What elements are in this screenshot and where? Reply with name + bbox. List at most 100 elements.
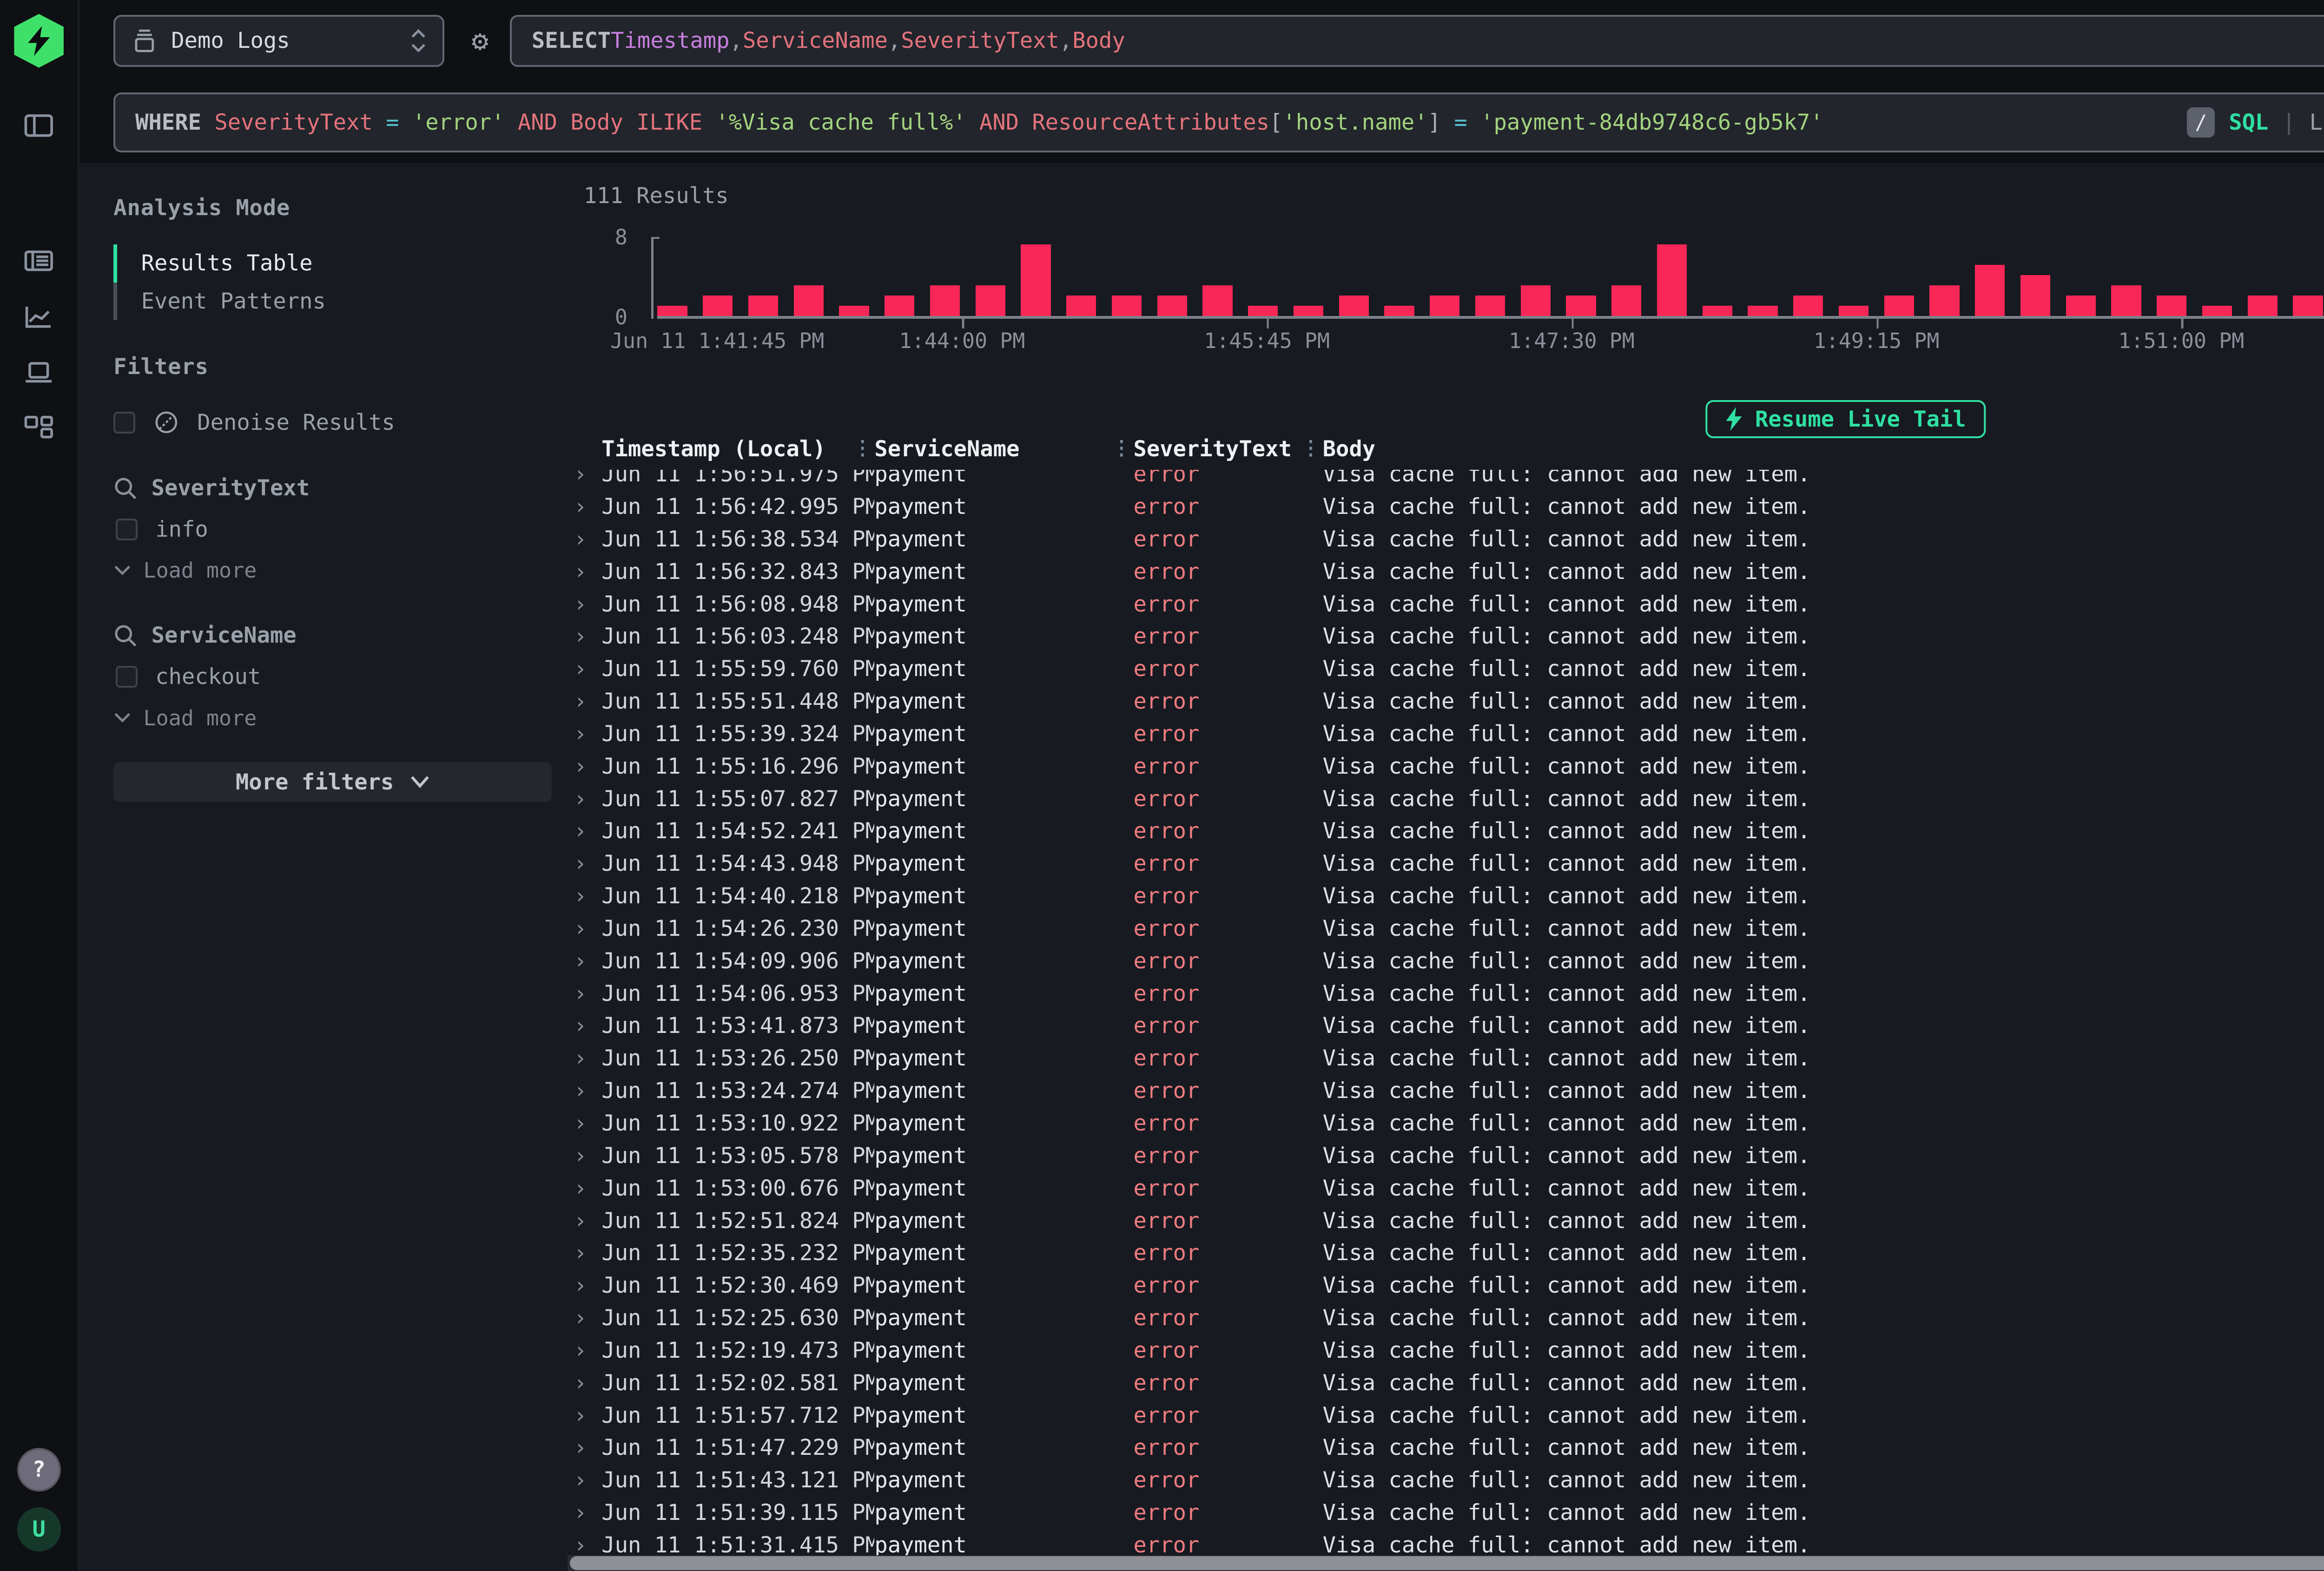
log-row[interactable]: ›Jun 11 1:52:51.824 PMpaymenterrorVisa c… — [568, 1204, 2324, 1237]
where-query-input[interactable]: WHERE SeverityText = 'error' AND Body IL… — [113, 92, 2324, 152]
row-expand-icon[interactable]: › — [568, 981, 601, 1006]
body-column-header[interactable]: ⋮ Body — [1323, 436, 2324, 470]
log-row[interactable]: ›Jun 11 1:53:24.274 PMpaymenterrorVisa c… — [568, 1075, 2324, 1107]
log-row[interactable]: ›Jun 11 1:56:08.948 PMpaymenterrorVisa c… — [568, 588, 2324, 620]
row-expand-icon[interactable]: › — [568, 1532, 601, 1558]
row-expand-icon[interactable]: › — [568, 689, 601, 714]
row-expand-icon[interactable]: › — [568, 559, 601, 585]
info-checkbox[interactable] — [116, 519, 138, 540]
log-row[interactable]: ›Jun 11 1:54:09.906 PMpaymenterrorVisa c… — [568, 945, 2324, 977]
row-expand-icon[interactable]: › — [568, 1045, 601, 1071]
facet-option-info[interactable]: info — [116, 517, 568, 542]
source-selector[interactable]: Demo Logs — [113, 15, 444, 66]
row-expand-icon[interactable]: › — [568, 656, 601, 682]
mode-item-event-patterns[interactable]: Event Patterns — [113, 283, 568, 320]
row-expand-icon[interactable]: › — [568, 851, 601, 876]
log-row[interactable]: ›Jun 11 1:54:52.241 PMpaymenterrorVisa c… — [568, 815, 2324, 848]
row-expand-icon[interactable]: › — [568, 1435, 601, 1460]
avatar[interactable]: U — [17, 1507, 61, 1551]
select-query-input[interactable]: SELECT Timestamp, ServiceName, SeverityT… — [510, 15, 2324, 66]
column-resize-handle[interactable]: ⋮ — [1111, 436, 1131, 460]
log-row[interactable]: ›Jun 11 1:55:51.448 PMpaymenterrorVisa c… — [568, 685, 2324, 718]
log-row[interactable]: ›Jun 11 1:51:47.229 PMpaymenterrorVisa c… — [568, 1432, 2324, 1464]
row-expand-icon[interactable]: › — [568, 526, 601, 552]
row-expand-icon[interactable]: › — [568, 754, 601, 779]
log-row[interactable]: ›Jun 11 1:52:19.473 PMpaymenterrorVisa c… — [568, 1334, 2324, 1367]
facet-option-checkout[interactable]: checkout — [116, 664, 568, 690]
log-row[interactable]: ›Jun 11 1:51:39.115 PMpaymenterrorVisa c… — [568, 1497, 2324, 1529]
timestamp-column-header[interactable]: Timestamp (Local) — [601, 436, 874, 470]
search-icon[interactable] — [113, 476, 137, 500]
log-row[interactable]: ›Jun 11 1:51:43.121 PMpaymenterrorVisa c… — [568, 1464, 2324, 1497]
log-row[interactable]: ›Jun 11 1:53:05.578 PMpaymenterrorVisa c… — [568, 1139, 2324, 1172]
app-logo[interactable] — [12, 14, 66, 68]
log-row[interactable]: ›Jun 11 1:52:35.232 PMpaymenterrorVisa c… — [568, 1237, 2324, 1269]
log-row[interactable]: ›Jun 11 1:56:03.248 PMpaymenterrorVisa c… — [568, 620, 2324, 653]
log-row[interactable]: ›Jun 11 1:54:26.230 PMpaymenterrorVisa c… — [568, 913, 2324, 945]
panel-toggle-icon[interactable] — [13, 99, 65, 151]
row-expand-icon[interactable]: › — [568, 592, 601, 617]
log-row[interactable]: ›Jun 11 1:54:40.218 PMpaymenterrorVisa c… — [568, 880, 2324, 913]
log-row[interactable]: ›Jun 11 1:55:16.296 PMpaymenterrorVisa c… — [568, 750, 2324, 782]
row-expand-icon[interactable]: › — [568, 470, 601, 487]
language-sql-option[interactable]: SQL — [2229, 110, 2268, 135]
row-expand-icon[interactable]: › — [568, 1305, 601, 1331]
denoise-checkbox[interactable] — [113, 412, 135, 434]
row-expand-icon[interactable]: › — [568, 1143, 601, 1169]
row-expand-icon[interactable]: › — [568, 1467, 601, 1493]
row-expand-icon[interactable]: › — [568, 1176, 601, 1201]
log-row[interactable]: ›Jun 11 1:53:00.676 PMpaymenterrorVisa c… — [568, 1172, 2324, 1204]
row-expand-icon[interactable]: › — [568, 1208, 601, 1234]
row-expand-icon[interactable]: › — [568, 1403, 601, 1428]
results-histogram[interactable]: 8 0 Jun 11 1:41:45 PM1:44:00 PM1:45:45 P… — [568, 163, 2324, 392]
row-expand-icon[interactable]: › — [568, 786, 601, 812]
servicename-column-header[interactable]: ⋮ ServiceName — [874, 436, 1133, 470]
row-expand-icon[interactable]: › — [568, 948, 601, 974]
log-row[interactable]: ›Jun 11 1:56:32.843 PMpaymenterrorVisa c… — [568, 555, 2324, 588]
column-resize-handle[interactable]: ⋮ — [852, 436, 872, 460]
denoise-results-toggle[interactable]: Denoise Results — [113, 409, 568, 435]
servicename-load-more[interactable]: Load more — [113, 706, 568, 730]
row-expand-icon[interactable]: › — [568, 1111, 601, 1136]
search-icon[interactable] — [113, 624, 137, 647]
row-expand-icon[interactable]: › — [568, 1013, 601, 1039]
chart-explorer-icon[interactable] — [13, 291, 65, 342]
log-row[interactable]: ›Jun 11 1:55:39.324 PMpaymenterrorVisa c… — [568, 717, 2324, 750]
horizontal-scrollbar-thumb[interactable] — [570, 1556, 2324, 1570]
client-sessions-icon[interactable] — [13, 347, 65, 398]
log-row[interactable]: ›Jun 11 1:55:59.760 PMpaymenterrorVisa c… — [568, 653, 2324, 685]
language-lucene-option[interactable]: Lucene — [2310, 110, 2324, 135]
log-row[interactable]: ›Jun 11 1:53:41.873 PMpaymenterrorVisa c… — [568, 1010, 2324, 1042]
dashboards-icon[interactable] — [13, 402, 65, 454]
log-row[interactable]: ›Jun 11 1:51:57.712 PMpaymenterrorVisa c… — [568, 1399, 2324, 1432]
log-row[interactable]: ›Jun 11 1:56:42.995 PMpaymenterrorVisa c… — [568, 491, 2324, 523]
row-expand-icon[interactable]: › — [568, 721, 601, 747]
log-row[interactable]: ›Jun 11 1:53:10.922 PMpaymenterrorVisa c… — [568, 1107, 2324, 1140]
mode-item-results-table[interactable]: Results Table — [113, 244, 568, 282]
resume-live-tail-button[interactable]: Resume Live Tail — [1705, 400, 1986, 438]
row-expand-icon[interactable]: › — [568, 883, 601, 909]
severitytext-load-more[interactable]: Load more — [113, 558, 568, 583]
row-expand-icon[interactable]: › — [568, 916, 601, 941]
row-expand-icon[interactable]: › — [568, 818, 601, 844]
log-row[interactable]: ›Jun 11 1:56:38.534 PMpaymenterrorVisa c… — [568, 523, 2324, 555]
column-resize-handle[interactable]: ⋮ — [1301, 436, 1321, 460]
row-expand-icon[interactable]: › — [568, 494, 601, 519]
more-filters-button[interactable]: More filters — [113, 762, 552, 802]
source-settings-gear-icon[interactable]: ⚙ — [456, 25, 504, 57]
help-button[interactable]: ? — [17, 1448, 61, 1492]
row-expand-icon[interactable]: › — [568, 1273, 601, 1298]
log-row[interactable]: ›Jun 11 1:52:30.469 PMpaymenterrorVisa c… — [568, 1269, 2324, 1302]
log-row[interactable]: ›Jun 11 1:52:25.630 PMpaymenterrorVisa c… — [568, 1302, 2324, 1334]
row-expand-icon[interactable]: › — [568, 1240, 601, 1266]
log-row[interactable]: ›Jun 11 1:56:51.975 PMpaymenterrorVisa c… — [568, 470, 2324, 490]
row-expand-icon[interactable]: › — [568, 1078, 601, 1104]
log-row[interactable]: ›Jun 11 1:52:02.581 PMpaymenterrorVisa c… — [568, 1367, 2324, 1399]
checkout-checkbox[interactable] — [116, 666, 138, 688]
row-expand-icon[interactable]: › — [568, 1370, 601, 1396]
horizontal-scrollbar[interactable] — [568, 1555, 2324, 1571]
row-expand-icon[interactable]: › — [568, 1338, 601, 1363]
row-expand-icon[interactable]: › — [568, 1500, 601, 1525]
log-row[interactable]: ›Jun 11 1:55:07.827 PMpaymenterrorVisa c… — [568, 782, 2324, 815]
row-expand-icon[interactable]: › — [568, 624, 601, 649]
